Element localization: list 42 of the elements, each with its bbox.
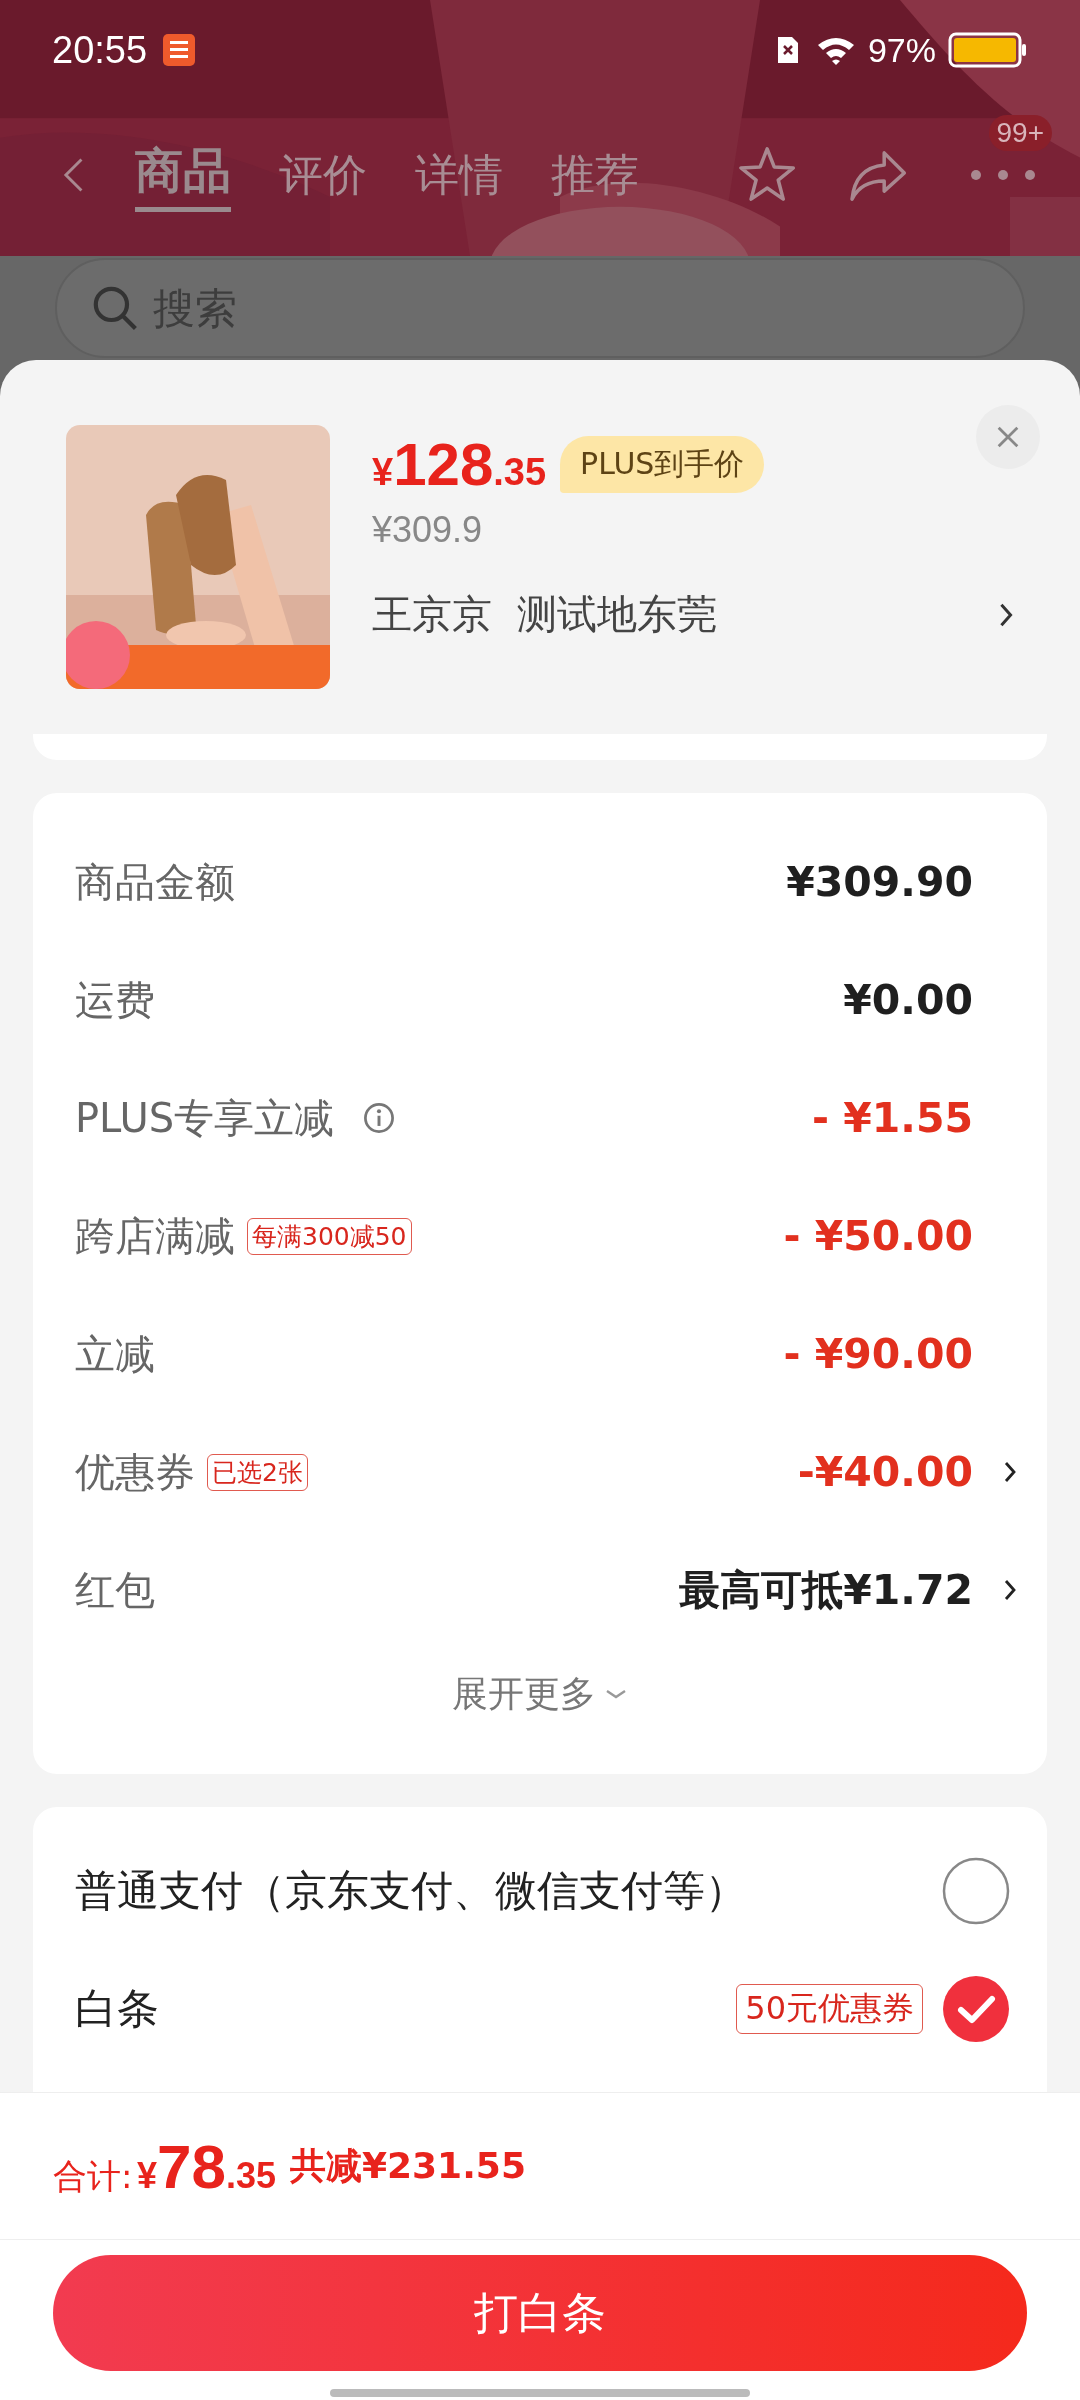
expand-more-link[interactable]: 展开更多	[452, 1669, 596, 1719]
coupon-tag: 50元优惠券	[736, 1984, 923, 2034]
fee-label: 立减	[75, 1329, 155, 1379]
fee-value: -¥40.00	[797, 1448, 973, 1496]
fee-value: - ¥50.00	[783, 1212, 973, 1260]
promo-tag: 每满300减50	[247, 1217, 412, 1255]
fee-value: ¥0.00	[843, 976, 973, 1024]
radio-icon[interactable]	[941, 1856, 1011, 1926]
price: ¥128.35	[372, 430, 547, 499]
fee-label: 跨店满减	[75, 1211, 235, 1261]
total-price: 合计:¥78.35	[53, 2130, 276, 2202]
app-notification-icon	[163, 34, 196, 66]
fee-value: 最高可抵¥1.72	[679, 1564, 973, 1616]
chevron-right-icon[interactable]	[1003, 1578, 1017, 1602]
fee-label: PLUS专享立减	[75, 1093, 335, 1143]
fee-label: 红包	[75, 1565, 155, 1615]
fee-value: ¥309.90	[786, 858, 973, 906]
chevron-down-icon[interactable]	[604, 1688, 628, 1700]
fee-value: - ¥90.00	[783, 1330, 973, 1378]
total-saving: 共减¥231.55	[289, 2143, 526, 2188]
fee-label: 运费	[75, 975, 155, 1025]
clock: 20:55	[52, 28, 148, 72]
battery-percentage: 97%	[867, 30, 936, 70]
pay-button[interactable]: 打白条	[53, 2255, 1027, 2371]
nav-tab[interactable]: 推荐	[551, 145, 640, 205]
battery-icon	[948, 32, 1028, 68]
nav-tab[interactable]: 商品	[135, 138, 232, 212]
fee-label: 优惠券	[75, 1447, 195, 1497]
payment-option-label[interactable]: 普通支付（京东支付、微信支付等）	[75, 1863, 747, 1919]
payment-option-label[interactable]: 白条	[75, 1981, 159, 2037]
fee-value: - ¥1.55	[812, 1094, 973, 1142]
info-icon[interactable]	[362, 1101, 397, 1135]
checked-radio-icon[interactable]	[941, 1974, 1011, 2044]
nav-tab[interactable]: 详情	[415, 145, 504, 205]
original-price: ¥309.9	[372, 509, 484, 551]
chevron-right-icon[interactable]	[1003, 1460, 1017, 1484]
search-icon	[91, 284, 139, 332]
fee-label: 商品金额	[75, 857, 235, 907]
nav-tab[interactable]: 评价	[279, 145, 368, 205]
delivery-address[interactable]: 王京京 测试地东莞	[372, 587, 998, 642]
plus-price-tag: PLUS到手价	[560, 436, 765, 493]
promo-tag: 已选2张	[207, 1453, 308, 1491]
